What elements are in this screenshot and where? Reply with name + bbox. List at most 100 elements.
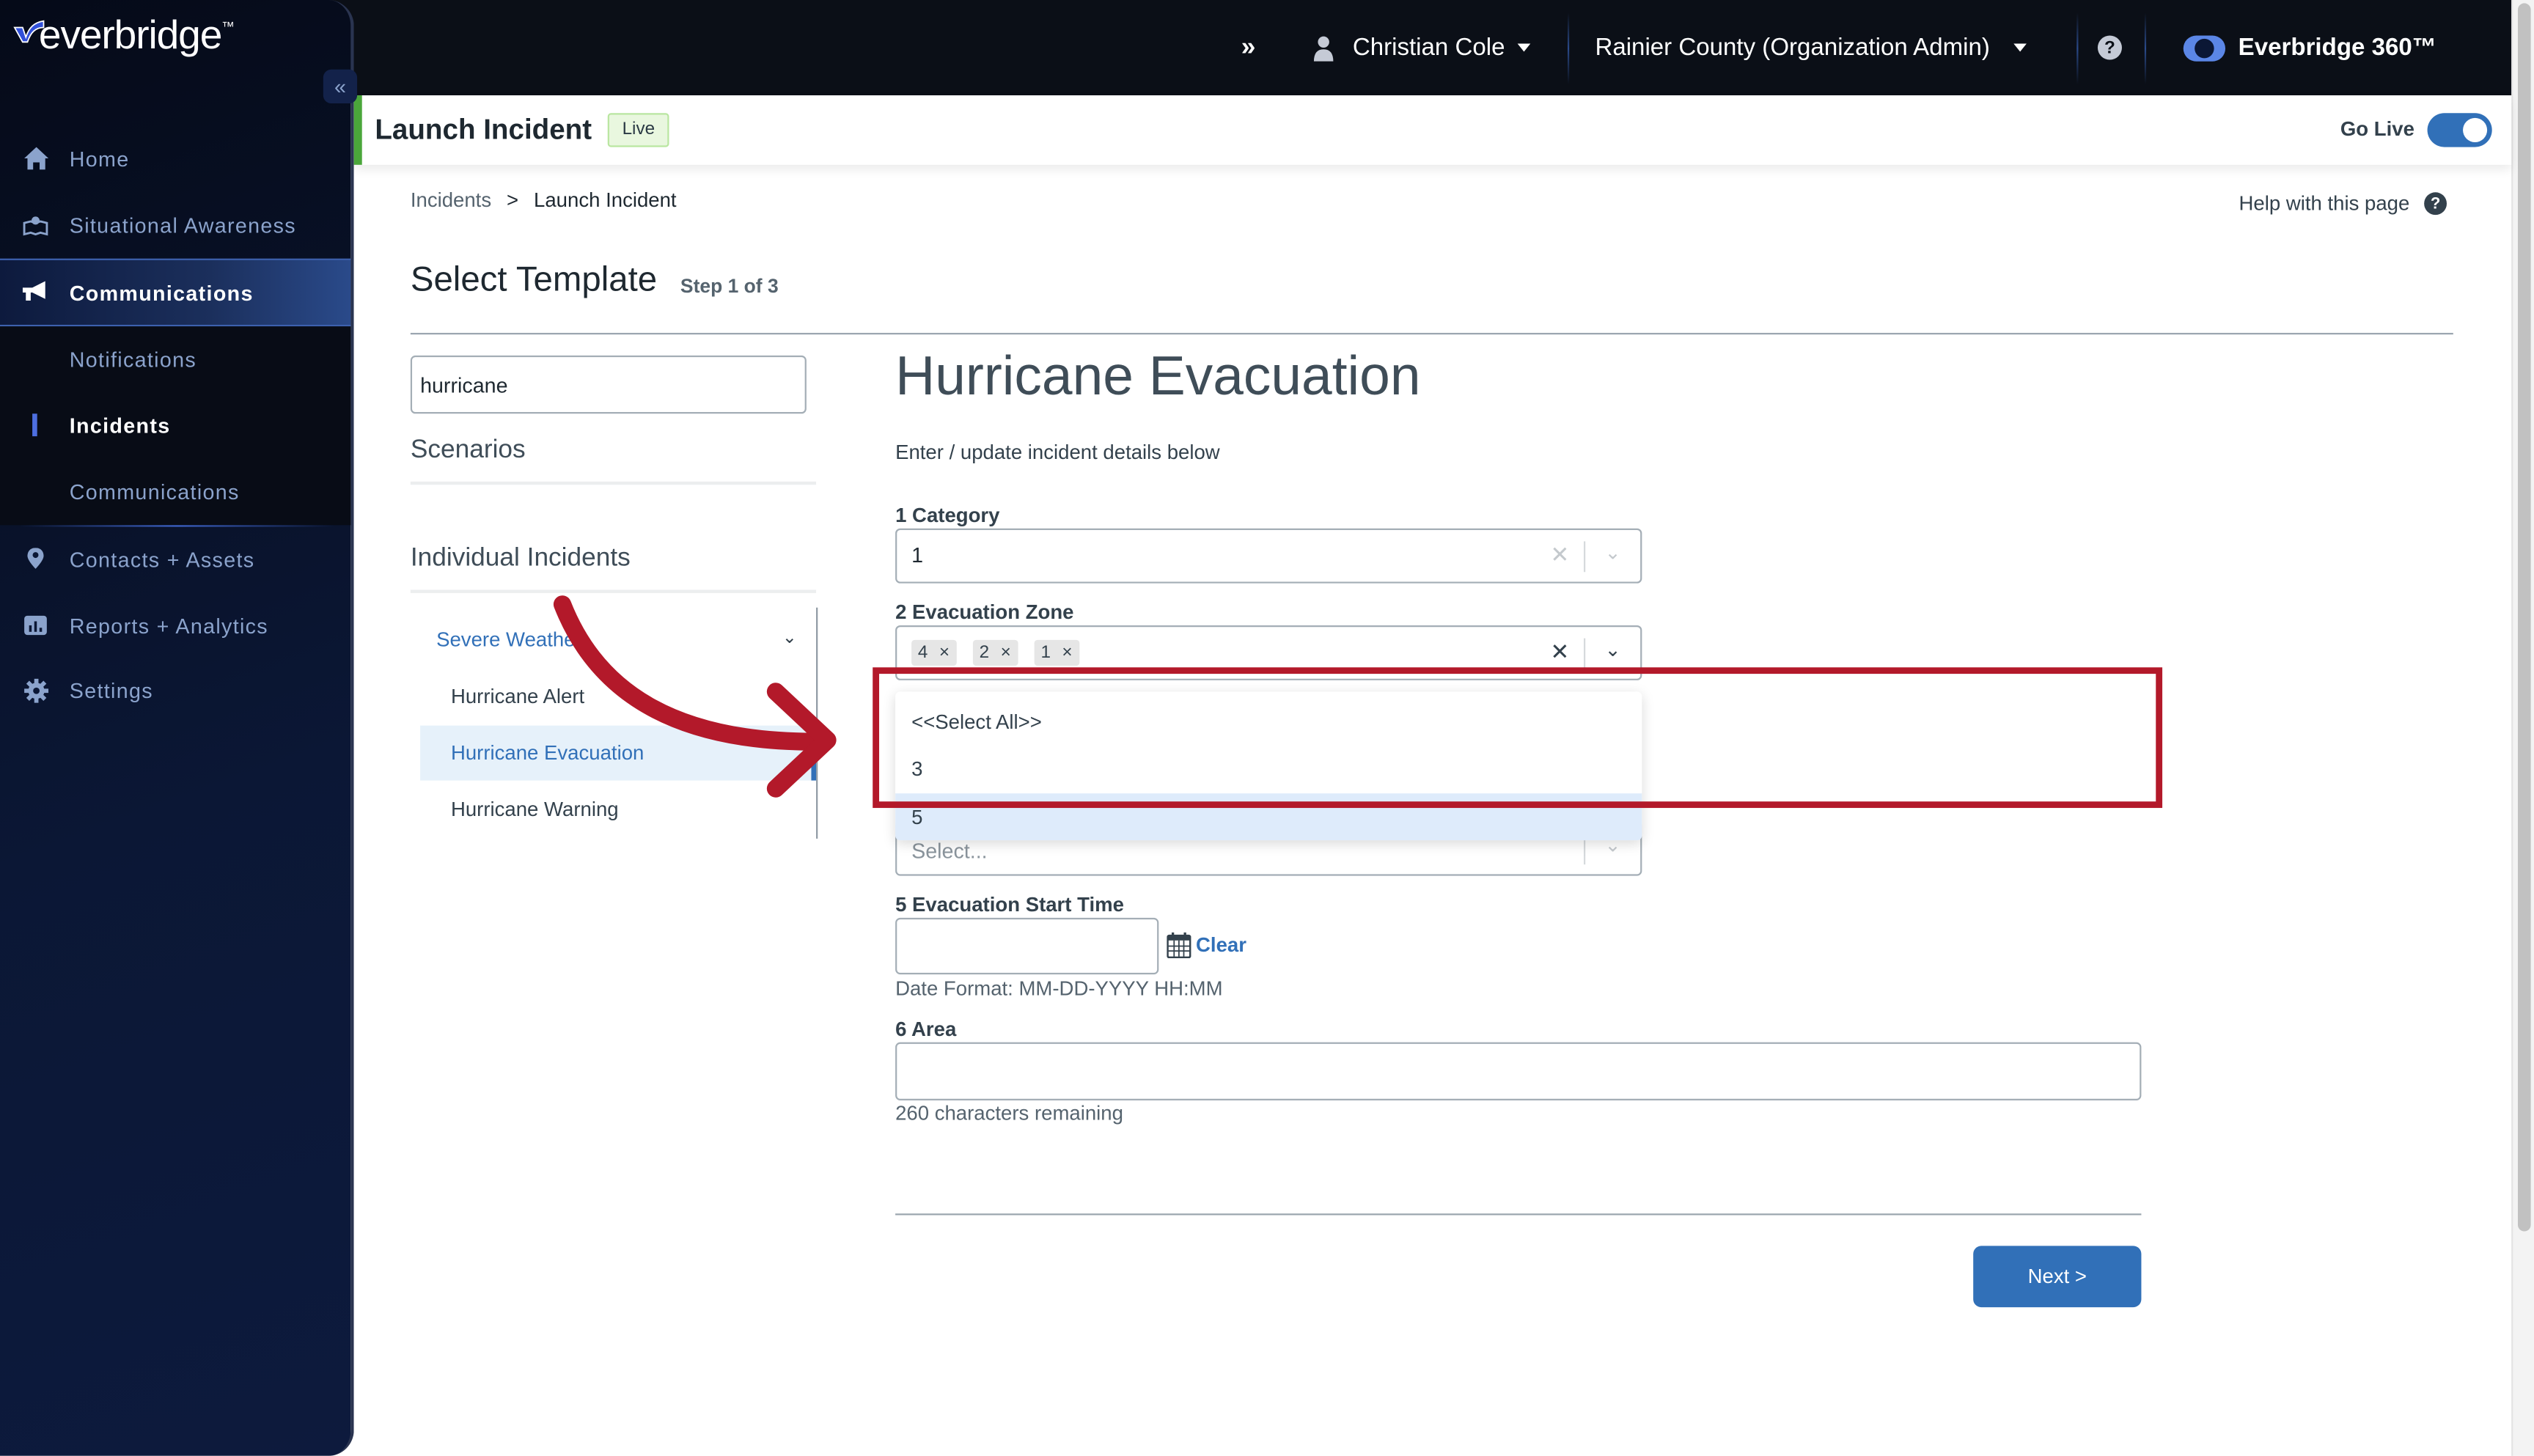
divider <box>1567 12 1570 84</box>
category-label: 1 Category <box>895 504 1000 527</box>
sidebar-item-settings[interactable]: Settings <box>0 658 350 722</box>
step-title: Select Template <box>410 260 658 299</box>
sidebar-subitem-label: Communications <box>69 479 240 504</box>
calendar-icon[interactable] <box>1167 932 1191 959</box>
date-picker-controls: Clear <box>1167 932 1246 959</box>
live-badge: Live <box>607 113 669 147</box>
clear-date-link[interactable]: Clear <box>1196 934 1246 957</box>
location-pin-icon <box>23 546 48 572</box>
user-name: Christian Cole <box>1352 34 1505 62</box>
sidebar-item-communications[interactable]: Communications <box>0 258 351 327</box>
megaphone-icon <box>22 279 48 305</box>
remove-chip-icon[interactable]: × <box>1062 643 1072 662</box>
trademark: ™ <box>221 19 235 34</box>
select-placeholder: Select... <box>911 838 988 863</box>
sidebar-item-label: Reports + Analytics <box>69 613 268 638</box>
sidebar-subitem-communications[interactable]: Communications <box>0 459 350 523</box>
chevron-down-icon[interactable]: ⌄ <box>1605 639 1621 661</box>
user-menu[interactable]: Christian Cole <box>1312 0 1531 95</box>
home-icon <box>23 145 48 171</box>
step-indicator: Step 1 of 3 <box>680 274 779 298</box>
toggle-knob <box>2463 117 2488 142</box>
go-live-toggle[interactable] <box>2427 113 2492 147</box>
sidebar-subitem-incidents[interactable]: Incidents <box>0 393 350 457</box>
remove-chip-icon[interactable]: × <box>1001 643 1011 662</box>
template-search-input[interactable] <box>410 355 807 414</box>
sidebar-item-contacts-assets[interactable]: Contacts + Assets <box>0 527 350 592</box>
divider <box>2144 12 2147 84</box>
start-time-input[interactable] <box>895 917 1159 975</box>
individual-incidents-heading[interactable]: Individual Incidents <box>411 545 631 574</box>
chevron-down-icon[interactable]: ⌄ <box>1605 541 1621 564</box>
organization-menu[interactable]: Rainier County (Organization Admin) <box>1595 0 2027 95</box>
breadcrumb: Incidents > Launch Incident <box>411 189 677 212</box>
product-toggle[interactable]: Everbridge 360™ <box>2183 0 2436 95</box>
sidebar-item-reports-analytics[interactable]: Reports + Analytics <box>0 593 350 658</box>
top-bar: » Christian Cole Rainier County (Organiz… <box>0 0 2534 96</box>
help-with-page-link[interactable]: Help with this page ? <box>2239 192 2447 216</box>
sidebar-item-label: Contacts + Assets <box>69 547 255 572</box>
collapse-sidebar-button[interactable]: « <box>323 69 358 104</box>
scrollbar-thumb[interactable] <box>2517 3 2531 1232</box>
clear-icon[interactable]: ✕ <box>1550 639 1569 666</box>
help-button[interactable]: ? <box>2097 0 2122 95</box>
go-live-label: Go Live <box>2340 117 2414 141</box>
gear-icon <box>23 677 48 703</box>
next-button[interactable]: Next > <box>1973 1246 2142 1308</box>
divider <box>410 333 2453 335</box>
divider <box>895 1213 2142 1216</box>
scenarios-heading[interactable]: Scenarios <box>411 436 526 466</box>
double-chevron-left-icon: « <box>334 74 346 99</box>
sidebar-item-situational-awareness[interactable]: Situational Awareness <box>0 192 350 257</box>
category-value: 1 <box>911 543 924 567</box>
toggle-switch-icon <box>2183 34 2226 61</box>
selected-chip: 4 × <box>911 639 956 666</box>
question-circle-icon: ? <box>2097 35 2122 60</box>
brand-name: everbridge <box>38 12 222 59</box>
sidebar-item-label: Settings <box>69 677 153 702</box>
page-title: Launch Incident <box>375 113 592 146</box>
category-select[interactable]: 1 ✕ ⌄ <box>895 528 1642 584</box>
annotation-arrow-icon <box>553 595 837 798</box>
divider <box>1584 541 1586 573</box>
user-icon <box>1313 35 1334 61</box>
sidebar: everbridge ™ Home Situational Awareness … <box>0 0 354 1456</box>
help-link-label: Help with this page <box>2239 192 2410 216</box>
start-time-label: 5 Evacuation Start Time <box>895 893 1124 916</box>
expand-icon[interactable]: » <box>1241 0 1256 95</box>
page-scrollbar[interactable] <box>2511 0 2534 1456</box>
sidebar-item-label: Home <box>69 146 130 171</box>
sidebar-item-home[interactable]: Home <box>0 126 350 191</box>
map-icon <box>23 212 48 238</box>
sidebar-subitem-label: Incidents <box>69 413 171 438</box>
characters-remaining: 260 characters remaining <box>895 1102 1123 1125</box>
sidebar-item-label: Communications <box>69 280 254 305</box>
product-label: Everbridge 360™ <box>2238 34 2436 62</box>
caret-down-icon <box>2013 43 2027 52</box>
bar-chart-icon <box>23 612 48 638</box>
organization-name: Rainier County (Organization Admin) <box>1595 34 1990 62</box>
current-indicator <box>32 413 37 437</box>
breadcrumb-current: Launch Incident <box>534 188 677 212</box>
area-label: 6 Area <box>895 1018 957 1041</box>
selected-chip: 2 × <box>972 639 1018 666</box>
everbridge-logo[interactable]: everbridge ™ <box>13 12 235 60</box>
area-input[interactable] <box>895 1042 2142 1100</box>
annotation-highlight-box <box>873 667 2163 809</box>
live-indicator-bar <box>353 95 362 165</box>
sidebar-subitem-notifications[interactable]: Notifications <box>0 326 350 391</box>
breadcrumb-incidents-link[interactable]: Incidents <box>411 189 491 212</box>
clear-icon[interactable]: ✕ <box>1550 541 1569 568</box>
chip-value: 2 <box>979 643 990 663</box>
form-intro: Enter / update incident details below <box>895 441 1220 464</box>
app-root: » Christian Cole Rainier County (Organiz… <box>0 0 2534 1456</box>
question-circle-icon: ? <box>2424 192 2447 216</box>
divider <box>2076 12 2079 84</box>
breadcrumb-separator: > <box>507 188 519 212</box>
remove-chip-icon[interactable]: × <box>939 643 950 662</box>
selected-chip: 1 × <box>1034 639 1079 666</box>
divider <box>410 481 817 485</box>
divider <box>1584 638 1586 669</box>
sidebar-subitem-label: Notifications <box>69 346 197 371</box>
page-header: Launch Incident Live Go Live <box>353 95 2512 165</box>
